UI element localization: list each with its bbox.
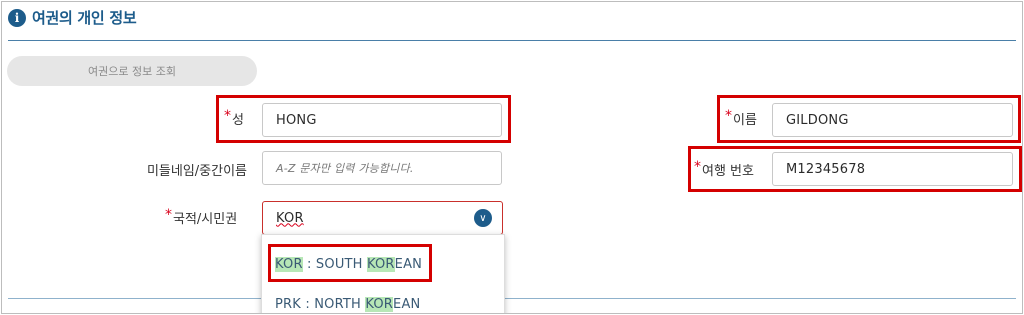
section-title: 여권의 개인 정보 — [32, 9, 137, 27]
surname-annotation-box — [216, 95, 511, 143]
nationality-select[interactable]: KOR ∨ — [262, 201, 503, 235]
kor-option-annotation-box — [268, 244, 432, 282]
chevron-down-icon[interactable]: ∨ — [474, 209, 492, 227]
option-text: : NORTH — [301, 297, 366, 312]
info-icon: i — [8, 8, 26, 27]
nationality-label-text: 국적/시민권 — [173, 212, 238, 227]
passport-number-annotation-box — [688, 146, 1022, 192]
header-divider — [8, 40, 1016, 41]
nationality-value: KOR — [276, 210, 304, 226]
middle-name-input[interactable]: A-Z 문자만 입력 가능합니다. — [262, 151, 502, 185]
footer-divider — [8, 298, 1016, 299]
option-match: KOR — [365, 297, 394, 312]
option-rest: EAN — [393, 297, 421, 312]
nationality-label: *국적/시민권 — [165, 207, 238, 227]
required-mark: * — [165, 207, 172, 223]
personal-info-panel: i 여권의 개인 정보 여권으로 정보 조회 *성 HONG *이름 GILDO… — [1, 1, 1023, 314]
middle-name-label: 미들네임/중간이름 — [146, 164, 247, 179]
section-header: i 여권의 개인 정보 — [8, 7, 137, 28]
passport-lookup-button[interactable]: 여권으로 정보 조회 — [7, 56, 257, 86]
option-code: PRK — [275, 297, 301, 312]
given-name-annotation-box — [717, 95, 1021, 143]
dropdown-option-prk[interactable]: PRK : NORTH KOREAN — [275, 297, 420, 312]
